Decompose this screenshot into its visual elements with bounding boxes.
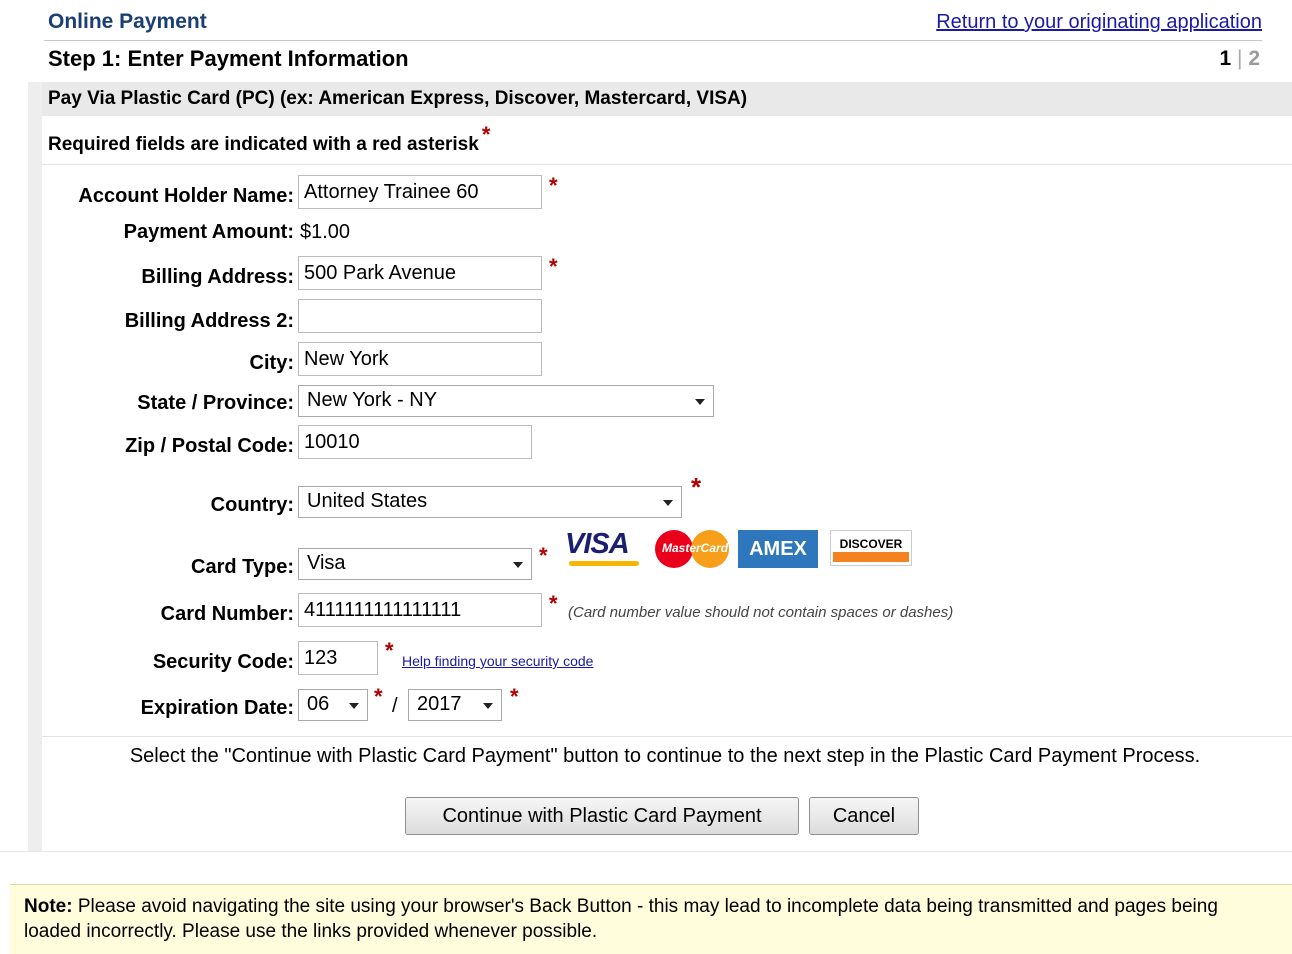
step-indicator: 1 | 2 <box>1219 47 1260 71</box>
step-separator: | <box>1237 47 1243 70</box>
mastercard-logo-text: MasterCard <box>662 541 729 555</box>
card-type-selected: Visa <box>307 552 346 574</box>
expiration-year-select[interactable]: 2017 <box>408 689 502 721</box>
expiration-month-required-asterisk: * <box>374 684 383 709</box>
amex-logo: AMEX <box>738 530 818 568</box>
city-label: City: <box>249 352 294 374</box>
city-input[interactable] <box>298 342 542 376</box>
chevron-down-icon <box>483 703 493 709</box>
state-province-label: State / Province: <box>137 392 294 414</box>
billing-address-input[interactable] <box>298 256 542 290</box>
country-label: Country: <box>210 494 294 516</box>
note-text: Please avoid navigating the site using y… <box>24 896 1218 942</box>
required-fields-note: Required fields are indicated with a red… <box>48 122 490 156</box>
discover-logo: DISCOVER <box>830 530 912 566</box>
visa-logo: VISA <box>565 528 630 560</box>
account-holder-required-asterisk: * <box>549 173 558 198</box>
visa-swoosh <box>569 561 639 566</box>
return-to-application-link[interactable]: Return to your originating application <box>936 11 1262 34</box>
billing-address-2-label: Billing Address 2: <box>124 310 294 332</box>
form-divider <box>42 736 1292 737</box>
navigation-note: Note: Please avoid navigating the site u… <box>10 884 1292 954</box>
page-header-title: Online Payment <box>48 10 207 33</box>
card-type-select[interactable]: Visa <box>298 548 532 580</box>
card-number-hint: (Card number value should not contain sp… <box>568 604 954 621</box>
country-selected: United States <box>307 490 428 512</box>
step-current: 1 <box>1219 47 1232 70</box>
step-next: 2 <box>1248 47 1260 70</box>
security-code-input[interactable] <box>298 641 378 675</box>
state-province-select[interactable]: New York - NY <box>298 385 714 417</box>
footer-divider <box>0 851 1292 852</box>
state-province-selected: New York - NY <box>307 389 438 411</box>
header-divider <box>44 40 1262 41</box>
continue-payment-button[interactable]: Continue with Plastic Card Payment <box>405 797 799 835</box>
card-number-input[interactable] <box>298 593 542 627</box>
billing-address-label: Billing Address: <box>141 266 294 288</box>
chevron-down-icon <box>349 703 359 709</box>
card-type-label: Card Type: <box>191 556 294 578</box>
discover-logo-text: DISCOVER <box>839 537 903 551</box>
card-number-required-asterisk: * <box>549 591 558 616</box>
billing-address-required-asterisk: * <box>549 254 558 279</box>
mastercard-logo: MasterCard <box>655 530 731 568</box>
required-asterisk: * <box>481 122 491 147</box>
security-code-required-asterisk: * <box>385 638 394 663</box>
expiration-year-selected: 2017 <box>417 693 462 715</box>
account-holder-label: Account Holder Name: <box>78 185 294 207</box>
chevron-down-icon <box>513 562 523 568</box>
zip-postal-label: Zip / Postal Code: <box>125 435 294 457</box>
pay-via-heading: Pay Via Plastic Card (PC) (ex: American … <box>48 88 748 109</box>
account-holder-input[interactable] <box>298 175 542 209</box>
expiration-year-required-asterisk: * <box>510 684 519 709</box>
country-select[interactable]: United States <box>298 486 682 518</box>
card-type-required-asterisk: * <box>539 543 548 568</box>
note-label: Note: <box>24 896 73 917</box>
expiration-separator: / <box>392 695 398 717</box>
left-gutter-bar <box>28 82 42 852</box>
zip-postal-input[interactable] <box>298 425 532 459</box>
country-required-asterisk: * <box>691 472 702 502</box>
card-number-label: Card Number: <box>160 603 294 625</box>
continue-instructions: Select the "Continue with Plastic Card P… <box>129 745 1201 767</box>
cancel-button[interactable]: Cancel <box>809 797 919 835</box>
required-note-text: Required fields are indicated with a red… <box>48 134 479 155</box>
security-code-label: Security Code: <box>152 651 294 673</box>
expiration-month-select[interactable]: 06 <box>298 689 368 721</box>
expiration-month-selected: 06 <box>307 693 330 715</box>
chevron-down-icon <box>695 399 705 405</box>
section-divider <box>42 164 1292 165</box>
chevron-down-icon <box>663 500 673 506</box>
step-title: Step 1: Enter Payment Information <box>48 46 409 71</box>
billing-address-2-input[interactable] <box>298 299 542 333</box>
security-code-help-link[interactable]: Help finding your security code <box>402 653 593 669</box>
payment-amount-label: Payment Amount: <box>123 221 294 243</box>
expiration-date-label: Expiration Date: <box>140 697 294 719</box>
payment-amount-value: $1.00 <box>300 221 351 243</box>
